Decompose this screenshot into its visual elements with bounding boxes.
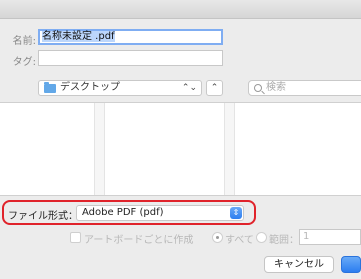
search-field[interactable]: 検索 xyxy=(248,80,361,96)
browser-column[interactable] xyxy=(225,103,235,195)
format-label: ファイル形式： xyxy=(8,211,78,222)
artboard-checkbox[interactable] xyxy=(70,232,81,243)
location-folder-name: デスクトップ xyxy=(60,82,120,93)
filename-selected-text: 名称未設定 .pdf xyxy=(42,31,115,42)
save-button[interactable] xyxy=(341,256,361,273)
search-placeholder: 検索 xyxy=(266,82,286,93)
browser-column[interactable] xyxy=(105,103,225,195)
format-popup[interactable]: Adobe PDF (pdf) ⇕ xyxy=(76,205,244,221)
browser-column[interactable] xyxy=(0,103,95,195)
tags-input[interactable] xyxy=(38,50,223,66)
range-input[interactable]: 1 xyxy=(299,229,361,245)
search-icon xyxy=(254,84,262,92)
name-label: 名前: xyxy=(12,36,36,47)
browser-column[interactable] xyxy=(235,103,361,195)
all-radio-label: すべて xyxy=(225,235,254,246)
range-radio-label: 範囲： xyxy=(269,235,299,246)
updown-chevrons-icon: ⌃⌄ xyxy=(181,83,197,93)
chevron-up-icon: ⌃ xyxy=(210,83,219,93)
file-browser[interactable] xyxy=(0,102,361,196)
folder-icon xyxy=(44,82,56,93)
range-radio[interactable] xyxy=(256,232,267,243)
browser-column[interactable] xyxy=(95,103,105,195)
filename-input[interactable]: 名称未設定 .pdf xyxy=(38,29,223,45)
all-radio[interactable] xyxy=(212,232,223,243)
artboard-checkbox-label: アートボードごとに作成 xyxy=(84,235,194,246)
cancel-button[interactable]: キャンセル xyxy=(264,256,334,273)
dialog-titlebar xyxy=(0,0,361,19)
popup-arrows-icon: ⇕ xyxy=(230,207,242,219)
location-popup[interactable]: デスクトップ ⌃⌄ xyxy=(38,80,202,96)
expand-dialog-button[interactable]: ⌃ xyxy=(206,80,223,96)
tags-label: タグ: xyxy=(12,57,36,68)
format-selected: Adobe PDF (pdf) xyxy=(82,207,164,218)
